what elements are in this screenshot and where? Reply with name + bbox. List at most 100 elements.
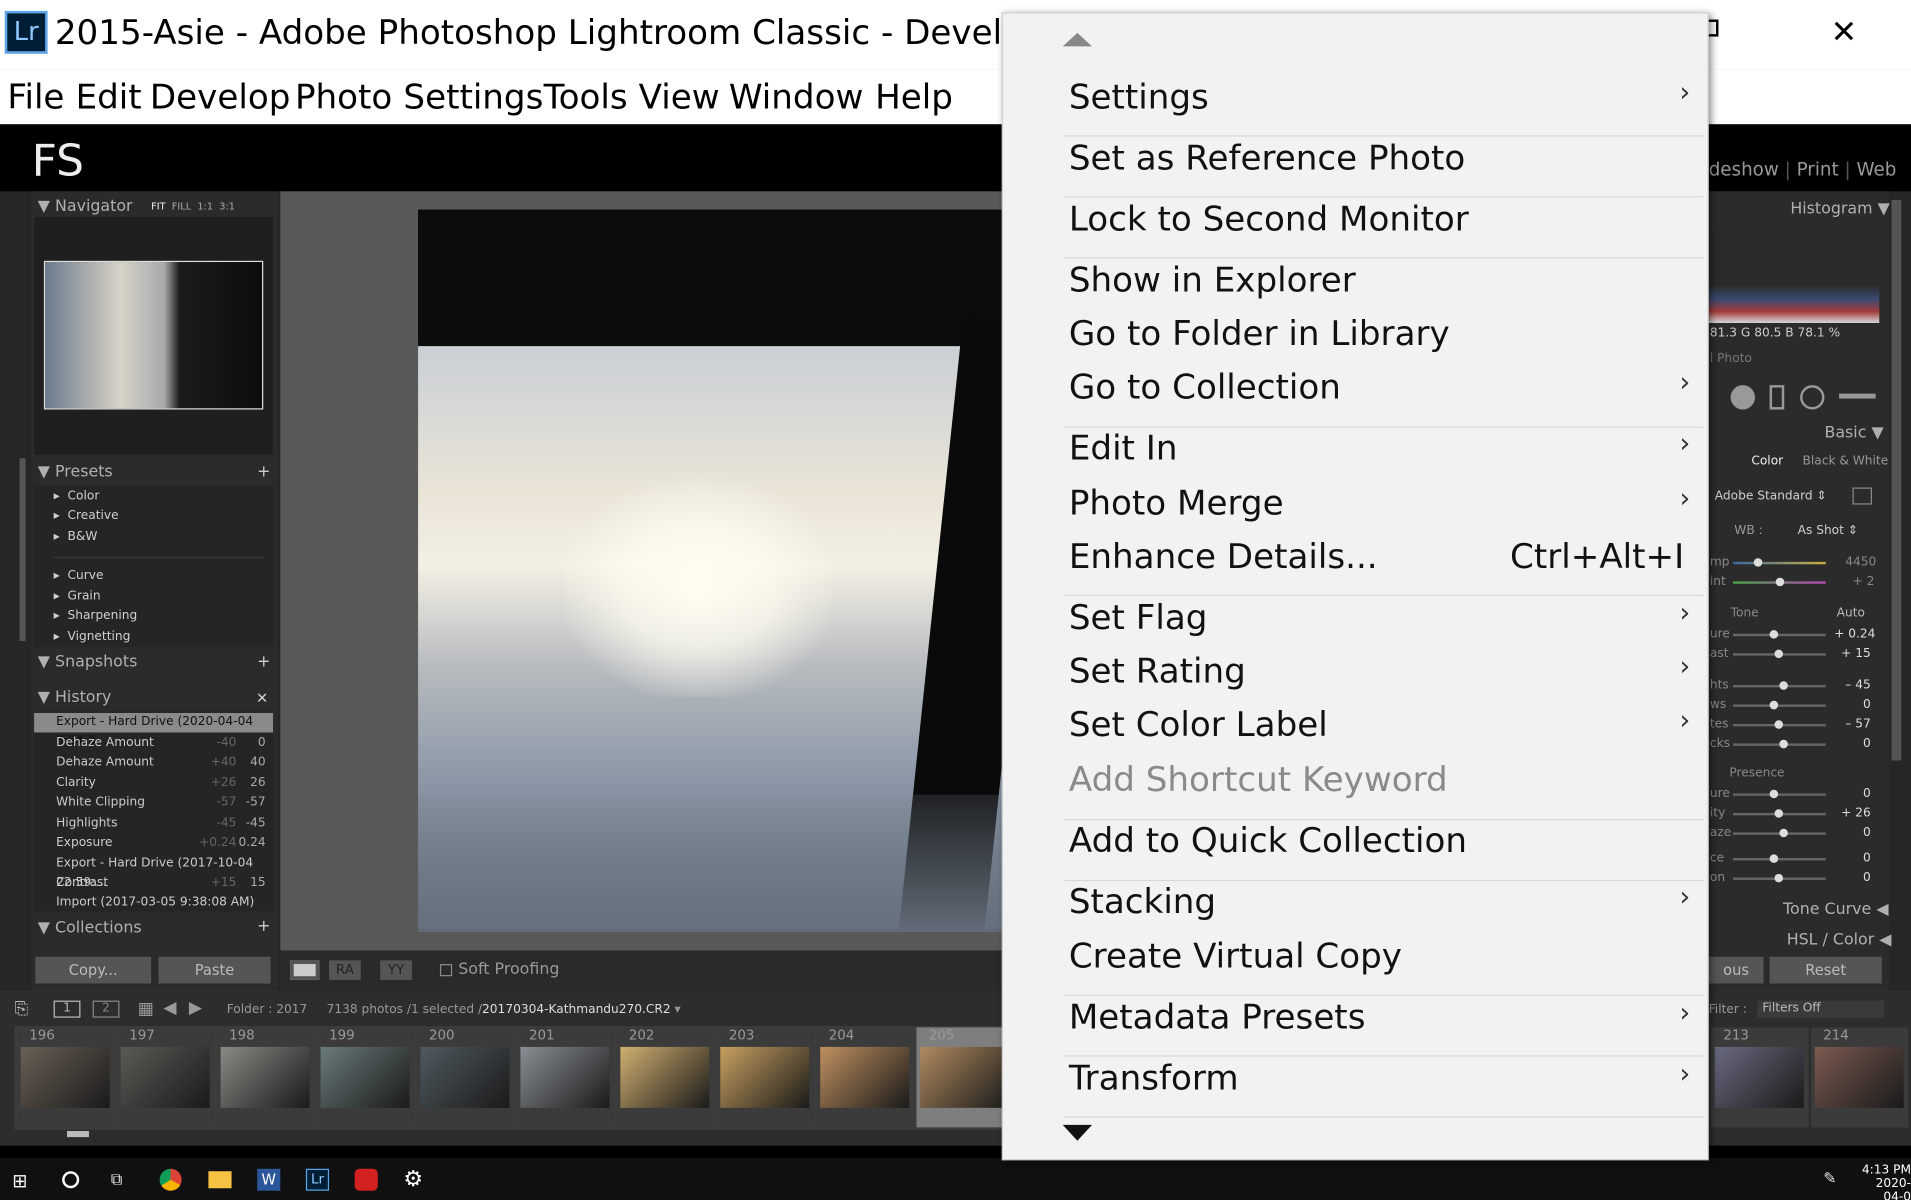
filmstrip-thumbnail[interactable]: 213 [1711, 1027, 1809, 1128]
slider-knob[interactable] [1769, 789, 1779, 799]
forward-arrow-icon[interactable]: ▶ [189, 998, 202, 1018]
slider-knob[interactable] [1779, 828, 1788, 838]
windows-start-icon[interactable]: ⊞ [12, 1170, 27, 1192]
filmstrip-source[interactable]: Folder : 2017 7138 photos /1 selected /2… [227, 1003, 681, 1016]
file-explorer-icon[interactable] [208, 1171, 232, 1189]
preset-folder[interactable]: ▸ Color [54, 490, 100, 503]
slider-knob[interactable] [1769, 854, 1779, 863]
preset-folder[interactable]: ▸ B&W [54, 530, 98, 543]
preset-folder[interactable]: ▸ Vignetting [54, 630, 131, 643]
creative-cloud-icon[interactable] [354, 1168, 378, 1191]
menu-item-set-flag[interactable]: Set Flag [1069, 597, 1208, 637]
preset-folder[interactable]: ▸ Sharpening [54, 609, 138, 622]
menu-item-photo-merge[interactable]: Photo Merge [1069, 483, 1284, 523]
left-scrollbar[interactable] [19, 458, 26, 642]
clear-history-icon[interactable]: ✕ [256, 690, 268, 707]
graduated-filter-icon[interactable] [1769, 385, 1785, 410]
module-slideshow[interactable]: deshow [1709, 158, 1779, 180]
red-eye-tool-icon[interactable] [1730, 385, 1755, 410]
snapshots-header[interactable]: ▼ Snapshots [38, 653, 138, 671]
filmstrip-thumbnail[interactable]: 201 [516, 1027, 615, 1128]
lightroom-taskbar-icon[interactable]: Lr [305, 1168, 330, 1191]
menu-window[interactable]: Window [729, 77, 864, 117]
filmstrip-thumbnail[interactable]: 205 [916, 1027, 1014, 1128]
slider-value[interactable]: – 57 [1834, 718, 1870, 731]
tint-value[interactable]: + 2 [1853, 575, 1875, 588]
zoom-fill[interactable]: FILL [172, 201, 191, 212]
temp-value[interactable]: 4450 [1845, 556, 1876, 569]
history-item[interactable]: Contrast +15 15 [34, 874, 273, 894]
paste-button[interactable]: Paste [158, 956, 271, 984]
chrome-icon[interactable] [159, 1168, 182, 1191]
menu-item-enhance-details[interactable]: Enhance Details... [1069, 536, 1378, 576]
preset-folder[interactable]: ▸ Curve [54, 569, 104, 582]
profile-select[interactable]: Adobe Standard ⇕ [1715, 490, 1827, 503]
zoom-fit[interactable]: FIT [151, 201, 165, 212]
filmstrip-thumbnail[interactable]: 204 [816, 1027, 915, 1128]
slider-knob[interactable] [1769, 700, 1779, 710]
previous-button[interactable]: ous [1708, 956, 1764, 984]
slider-value[interactable]: 0 [1834, 871, 1871, 884]
right-scrollbar[interactable] [1891, 199, 1902, 761]
history-item[interactable]: Export - Hard Drive (2017-10-04 22:59:..… [34, 854, 273, 890]
history-header[interactable]: ▼ History [38, 689, 112, 707]
filmstrip-thumbnail[interactable]: 202 [616, 1027, 715, 1128]
collections-header[interactable]: ▼ Collections [38, 919, 142, 937]
histogram-header[interactable]: Histogram ▼ [1790, 200, 1889, 218]
slider-value[interactable]: 0 [1834, 698, 1871, 711]
menu-settings[interactable]: Settings [403, 77, 543, 117]
before-after-yy-icon[interactable]: YY [380, 960, 412, 980]
menu-help[interactable]: Help [875, 77, 953, 117]
presets-header[interactable]: ▼ Presets [38, 463, 113, 481]
loupe-view-icon[interactable] [290, 960, 320, 980]
secondary-display-icon[interactable]: ⎘ [15, 999, 42, 1019]
temp-slider[interactable] [1733, 561, 1826, 565]
add-snapshot-icon[interactable]: + [257, 653, 270, 671]
module-print[interactable]: Print [1797, 158, 1839, 180]
menu-item-metadata-presets[interactable]: Metadata Presets [1069, 997, 1366, 1037]
close-icon[interactable]: ✕ [1831, 15, 1858, 52]
slider-knob[interactable] [1774, 649, 1784, 659]
filmstrip-thumbnail[interactable]: 200 [416, 1027, 515, 1128]
menu-item-stacking[interactable]: Stacking [1069, 881, 1216, 921]
slider-knob[interactable] [1779, 739, 1788, 749]
slider-knob[interactable] [1779, 681, 1788, 690]
filmstrip-thumbnail[interactable]: 199 [316, 1027, 415, 1128]
menu-item-add-to-quick-collection[interactable]: Add to Quick Collection [1069, 820, 1467, 860]
adjustment-slider[interactable] [1733, 633, 1826, 637]
menu-item-set-as-reference-photo[interactable]: Set as Reference Photo [1069, 138, 1465, 178]
history-item[interactable]: Exposure +0.24 0.24 [34, 834, 273, 854]
tone-curve-header[interactable]: Tone Curve ◀ [1783, 901, 1888, 919]
filmstrip-thumbnail[interactable]: 203 [716, 1027, 815, 1128]
slider-value[interactable]: + 15 [1834, 647, 1871, 660]
filmstrip-thumbnail[interactable]: 196 [17, 1027, 115, 1128]
slider-value[interactable]: 0 [1834, 852, 1871, 865]
menu-item-show-in-explorer[interactable]: Show in Explorer [1069, 260, 1356, 300]
clock[interactable]: 4:13 PM 2020-04-0 [1860, 1164, 1911, 1200]
temp-slider-knob[interactable] [1753, 558, 1763, 567]
word-icon[interactable]: W [257, 1168, 281, 1191]
treatment-color[interactable]: Color [1751, 455, 1783, 468]
slider-value[interactable]: + 26 [1834, 807, 1871, 820]
menu-item-transform[interactable]: Transform [1069, 1058, 1239, 1098]
history-item-selected[interactable]: Export - Hard Drive (2020-04-04 3:54:3..… [34, 712, 273, 748]
add-collection-icon[interactable]: + [257, 918, 270, 936]
grid-view-icon[interactable]: ▦ [138, 999, 154, 1019]
slider-value[interactable]: + 0.24 [1834, 628, 1875, 641]
history-item[interactable]: White Clipping -57 -57 [34, 793, 273, 813]
menu-item-set-rating[interactable]: Set Rating [1069, 651, 1246, 691]
profile-browser-icon[interactable] [1852, 487, 1872, 505]
navigator-thumbnail[interactable] [43, 260, 264, 410]
history-item[interactable]: Dehaze Amount -40 0 [34, 734, 273, 754]
radial-filter-icon[interactable] [1800, 385, 1825, 410]
adjustment-brush-icon[interactable] [1839, 393, 1876, 399]
menu-item-set-color-label[interactable]: Set Color Label [1069, 704, 1328, 744]
slider-value[interactable]: 0 [1834, 737, 1871, 750]
history-item[interactable]: Import (2017-03-05 9:38:08 AM) [34, 893, 273, 913]
zoom-1-1[interactable]: 1:1 [197, 201, 213, 212]
main-photo[interactable] [418, 209, 1004, 933]
slider-knob[interactable] [1774, 873, 1784, 883]
menu-item-lock-to-second-monitor[interactable]: Lock to Second Monitor [1069, 199, 1469, 239]
slider-value[interactable]: 0 [1834, 826, 1871, 839]
adjustment-slider[interactable] [1733, 858, 1826, 861]
